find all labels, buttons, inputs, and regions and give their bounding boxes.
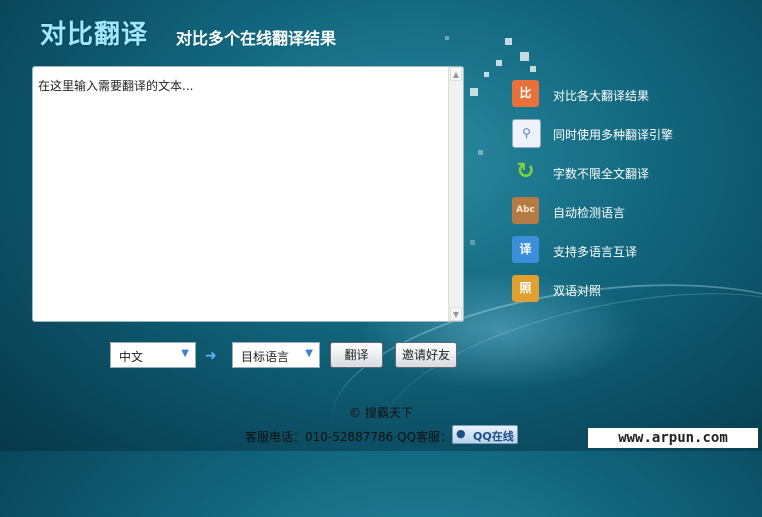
decor-square — [520, 52, 529, 61]
arrow-right-icon: ➜ — [205, 348, 217, 364]
decor-square — [470, 88, 478, 96]
app-logo: 对比翻译 — [40, 20, 149, 50]
refresh-arrow-icon: ↻ — [516, 159, 535, 184]
feature-item: Abc 自动检测语言 — [512, 197, 742, 227]
chevron-down-icon: ▼ — [181, 348, 189, 359]
scroll-up-arrow-icon[interactable]: ▲ — [450, 67, 462, 81]
qq-online-label: QQ在线 — [473, 430, 514, 443]
feature-label: 支持多语言互译 — [553, 245, 638, 259]
qq-online-button[interactable]: ● QQ在线 — [452, 425, 518, 444]
source-text-input[interactable]: 在这里输入需要翻译的文本... ▲ ▼ — [32, 66, 464, 322]
decor-square — [484, 72, 489, 77]
decor-square — [530, 66, 536, 72]
input-placeholder: 在这里输入需要翻译的文本... — [38, 79, 194, 93]
app-subtitle: 对比多个在线翻译结果 — [176, 29, 337, 48]
decor-square — [470, 240, 475, 245]
decor-square — [445, 36, 449, 40]
input-scrollbar[interactable]: ▲ ▼ — [448, 67, 463, 321]
feature-item: ⚲ 同时使用多种翻译引擎 — [512, 119, 742, 149]
source-language-select[interactable]: 中文 ▼ — [110, 342, 196, 368]
bilingual-contrast-icon: 照 — [512, 275, 539, 302]
scroll-down-arrow-icon[interactable]: ▼ — [450, 307, 462, 321]
feature-item: 照 双语对照 — [512, 275, 742, 305]
magnifier-document-icon: ⚲ — [512, 119, 541, 148]
feature-label: 自动检测语言 — [553, 206, 626, 220]
feature-item: 译 支持多语言互译 — [512, 236, 742, 266]
translate-calendar-icon: 译 — [512, 236, 539, 263]
translate-button[interactable]: 翻译 — [330, 342, 383, 368]
feature-label: 双语对照 — [553, 284, 602, 298]
compare-icon: 比 — [512, 80, 539, 107]
feature-label: 字数不限全文翻译 — [553, 167, 650, 181]
target-language-value: 目标语言 — [241, 350, 290, 364]
site-watermark: www.arpun.com — [588, 428, 758, 448]
feature-label: 对比各大翻译结果 — [553, 89, 650, 103]
feature-item: 比 对比各大翻译结果 — [512, 80, 742, 110]
source-language-value: 中文 — [119, 350, 144, 364]
chevron-down-icon: ▼ — [305, 348, 313, 359]
feature-item: ↻ 字数不限全文翻译 — [512, 158, 742, 188]
decor-square — [478, 150, 483, 155]
copyright-text: © 搜霸天下 — [349, 406, 413, 420]
feature-label: 同时使用多种翻译引擎 — [553, 128, 674, 142]
decor-square — [496, 60, 502, 66]
target-language-select[interactable]: 目标语言 ▼ — [232, 342, 320, 368]
penguin-icon: ● — [456, 427, 466, 440]
invite-friends-button[interactable]: 邀请好友 — [395, 342, 457, 368]
contact-info: 客服电话：010-52887786 QQ客服： — [245, 430, 453, 444]
abc-book-icon: Abc — [512, 197, 539, 224]
decor-square — [505, 38, 512, 45]
